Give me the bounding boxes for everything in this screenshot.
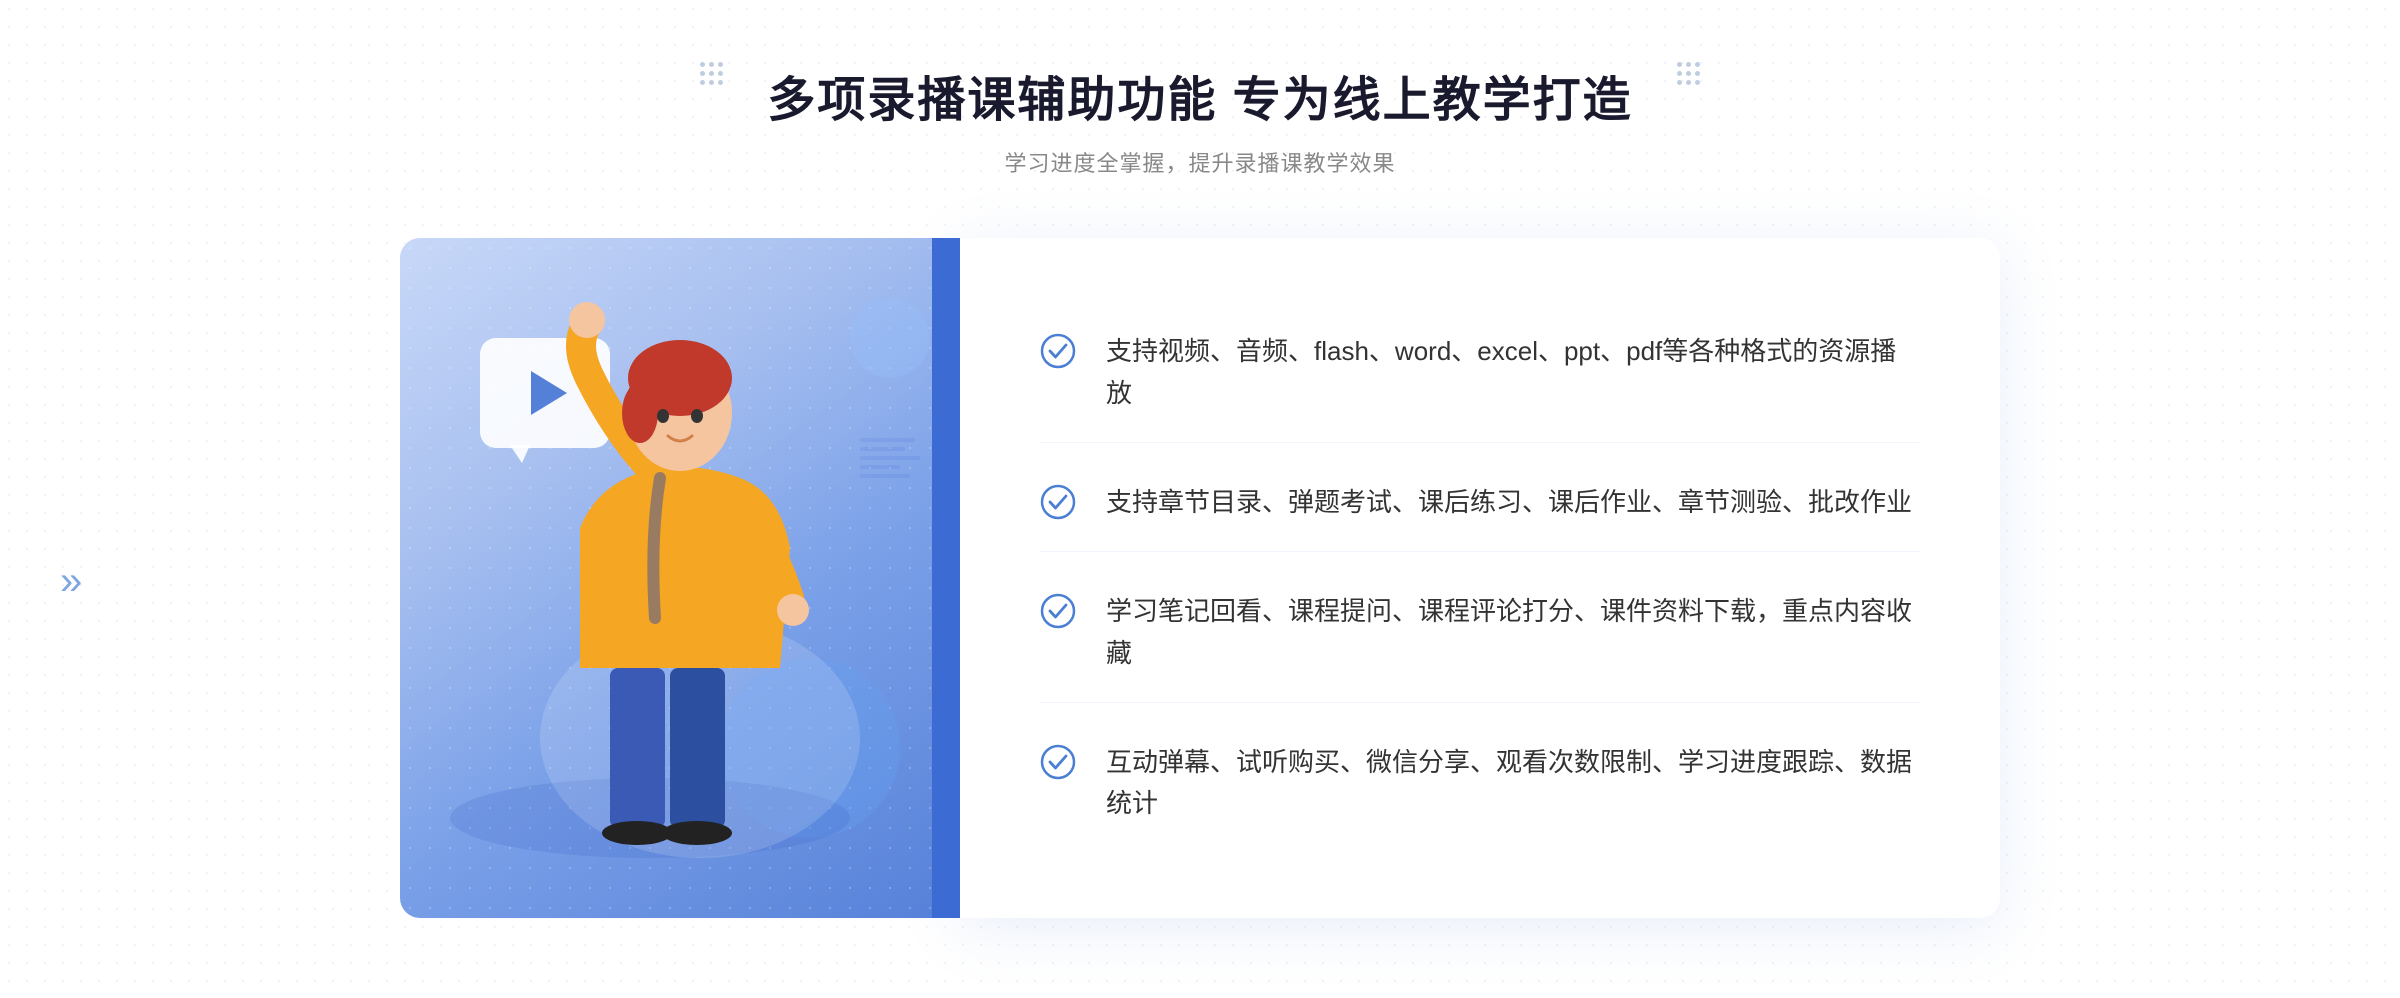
feature-item-2: 支持章节目录、弹题考试、课后练习、课后作业、章节测验、批改作业	[1040, 454, 1920, 553]
feature-item-1: 支持视频、音频、flash、word、excel、ppt、pdf等各种格式的资源…	[1040, 303, 1920, 443]
features-panel: 支持视频、音频、flash、word、excel、ppt、pdf等各种格式的资源…	[960, 238, 2000, 918]
check-circle-icon-3	[1040, 593, 1076, 629]
feature-text-1: 支持视频、音频、flash、word、excel、ppt、pdf等各种格式的资源…	[1106, 331, 1920, 414]
check-circle-icon-1	[1040, 333, 1076, 369]
page-title: 多项录播课辅助功能 专为线上教学打造	[767, 60, 1632, 130]
content-section: 支持视频、音频、flash、word、excel、ppt、pdf等各种格式的资源…	[400, 238, 2000, 918]
feature-item-4: 互动弹幕、试听购买、微信分享、观看次数限制、学习进度跟踪、数据统计	[1040, 714, 1920, 853]
chevron-double-icon: »	[60, 559, 82, 604]
page-subtitle: 学习进度全掌握，提升录播课教学效果	[767, 146, 1632, 178]
check-circle-icon-4	[1040, 744, 1076, 780]
decorative-dots-right	[1677, 62, 1700, 85]
page-wrapper: 多项录播课辅助功能 专为线上教学打造 学习进度全掌握，提升录播课教学效果	[0, 0, 2400, 998]
header-section: 多项录播课辅助功能 专为线上教学打造 学习进度全掌握，提升录播课教学效果	[767, 60, 1632, 178]
feature-text-3: 学习笔记回看、课程提问、课程评论打分、课件资料下载，重点内容收藏	[1106, 591, 1920, 674]
feature-item-3: 学习笔记回看、课程提问、课程评论打分、课件资料下载，重点内容收藏	[1040, 563, 1920, 703]
check-circle-icon-2	[1040, 484, 1076, 520]
feature-text-4: 互动弹幕、试听购买、微信分享、观看次数限制、学习进度跟踪、数据统计	[1106, 742, 1920, 825]
decorative-dots-left	[700, 62, 723, 85]
person-illustration	[400, 238, 960, 918]
left-chevrons: »	[60, 559, 82, 604]
title-row: 多项录播课辅助功能 专为线上教学打造	[767, 60, 1632, 130]
feature-text-2: 支持章节目录、弹题考试、课后练习、课后作业、章节测验、批改作业	[1106, 482, 1912, 524]
illustration-panel	[400, 238, 960, 918]
